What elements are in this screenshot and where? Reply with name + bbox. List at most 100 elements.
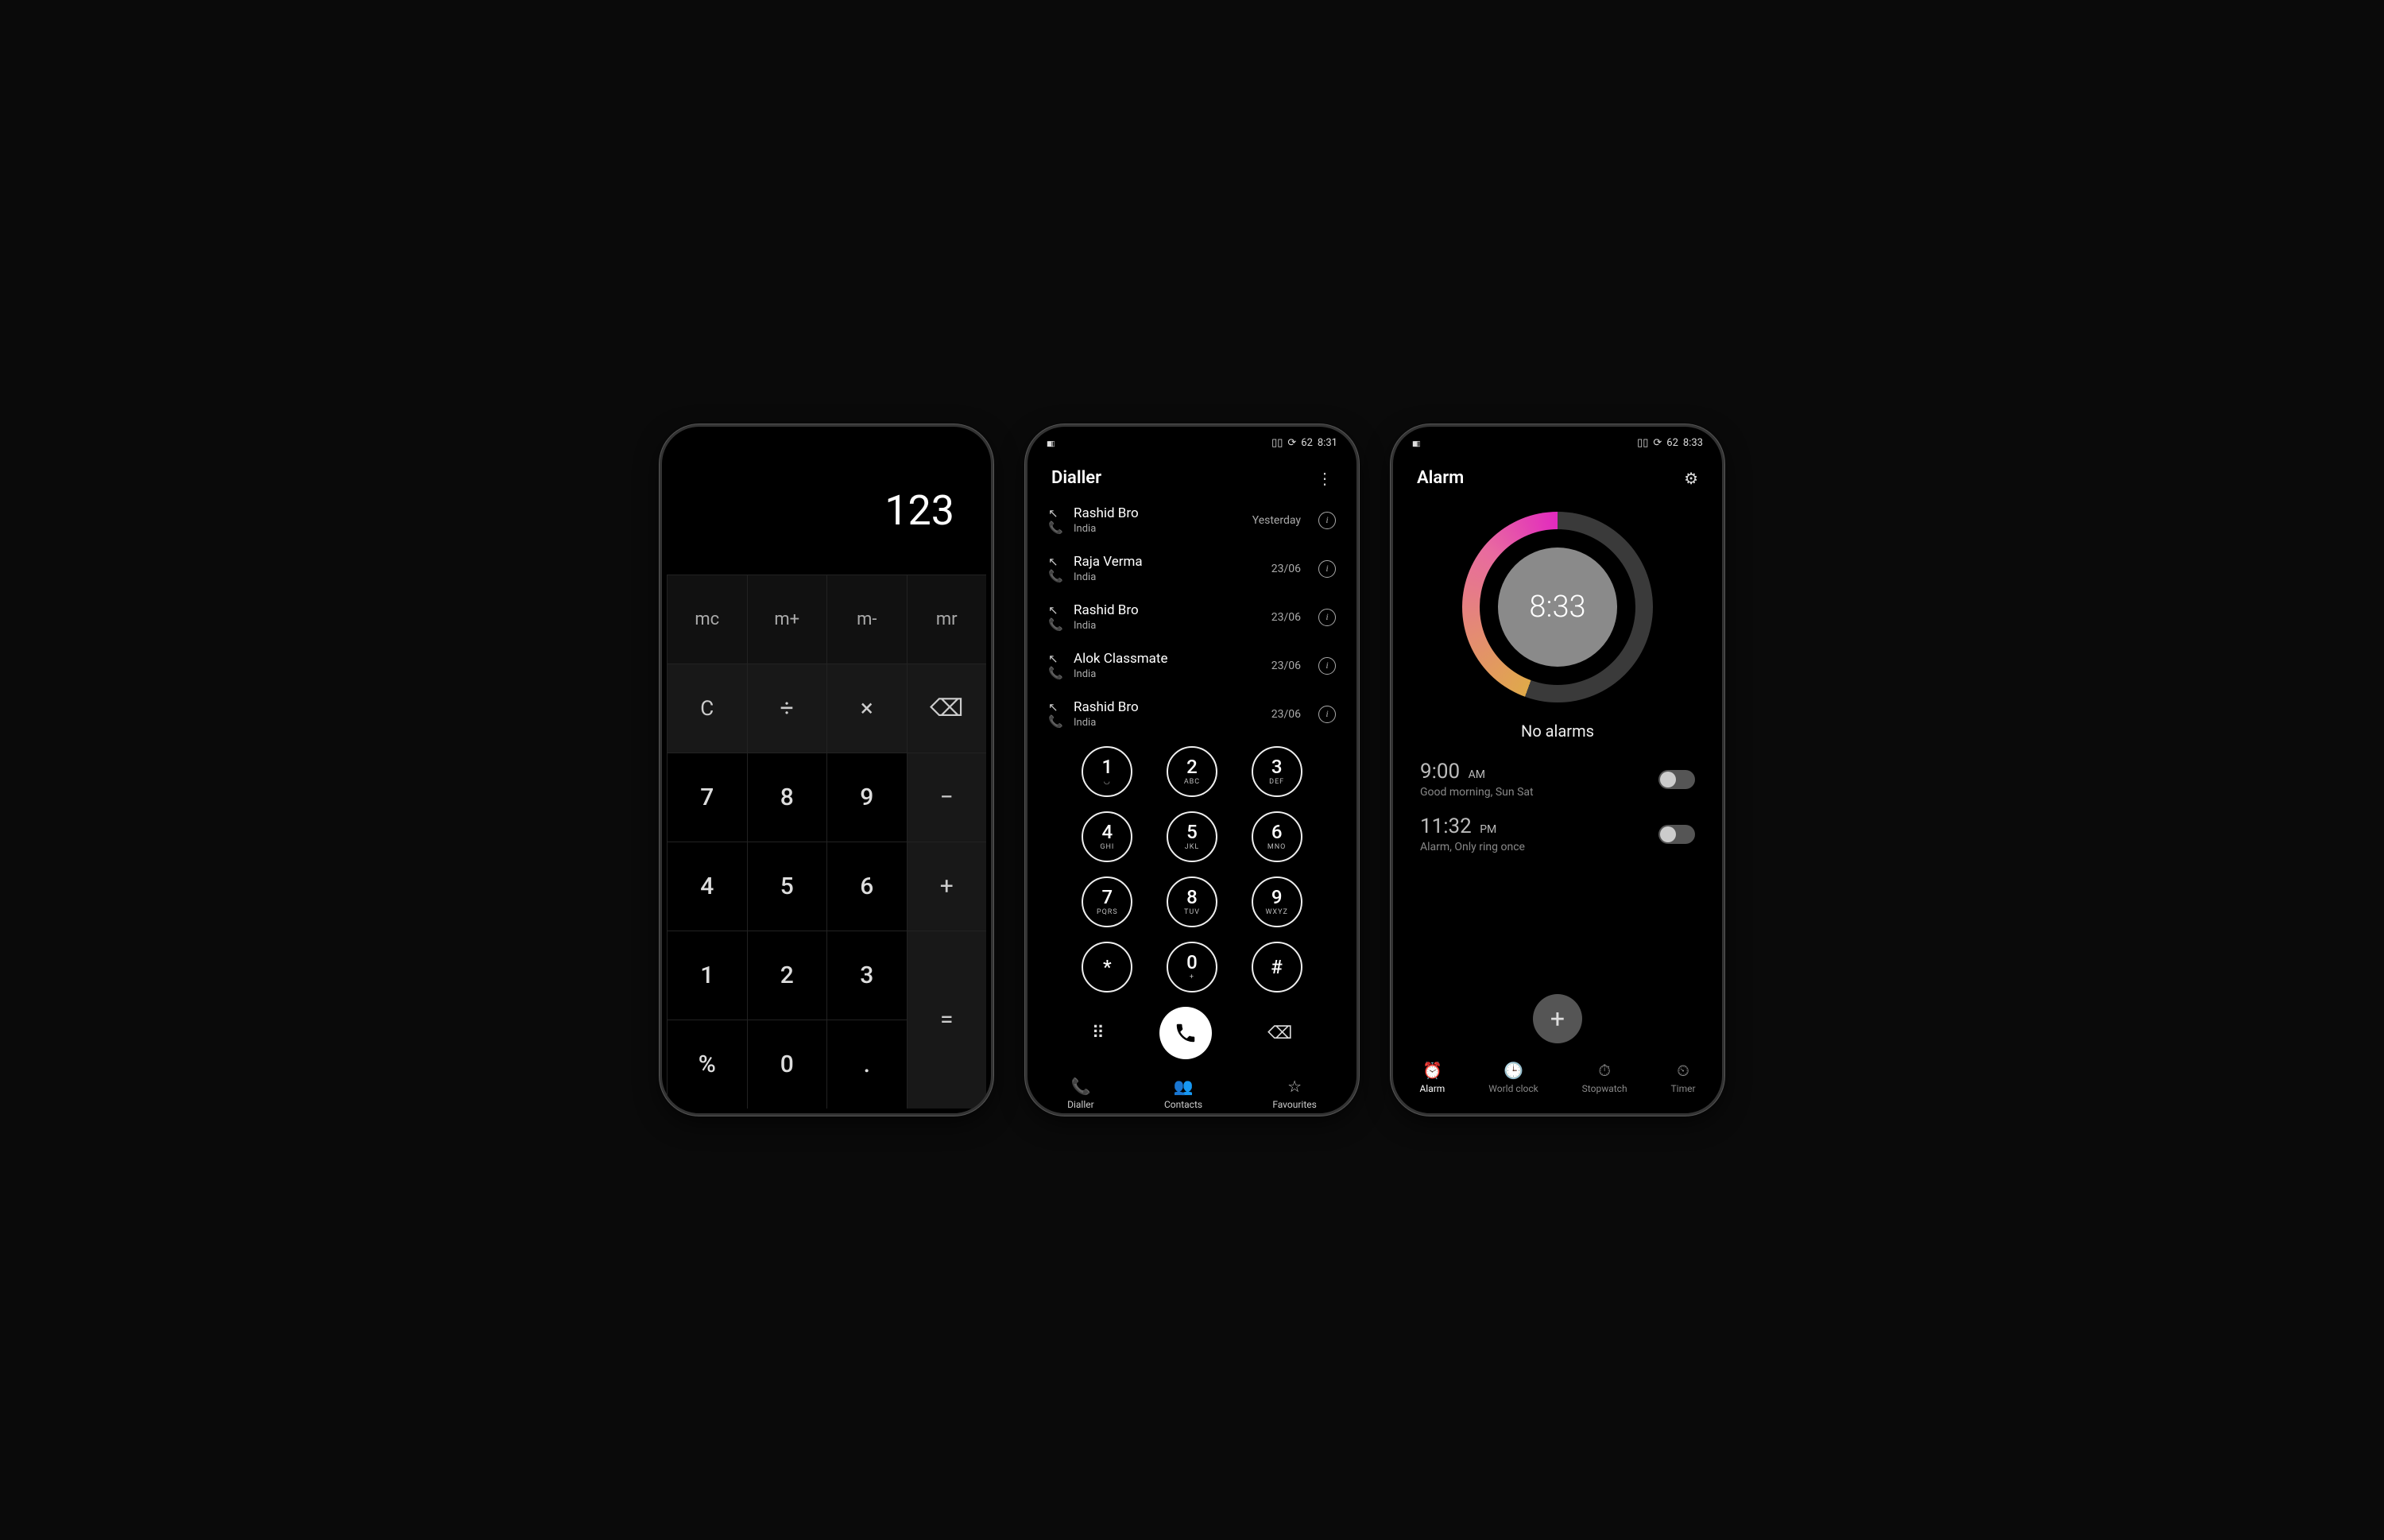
alarm-row[interactable]: 11:32 PM Alarm, Only ring once: [1420, 814, 1695, 853]
dial-0-button[interactable]: 0+: [1167, 942, 1217, 992]
info-icon[interactable]: i: [1318, 657, 1336, 675]
calc-percent-button[interactable]: %: [667, 1020, 747, 1109]
clock-dial: 8:33: [1462, 512, 1653, 702]
sync-icon: ⟳: [1653, 437, 1662, 449]
dial-9-button[interactable]: 9WXYZ: [1252, 876, 1302, 927]
call-row[interactable]: ↖📞 Rashid Bro India 23/06 i: [1048, 593, 1336, 641]
call-log: ↖📞 Rashid Bro India Yesterday i ↖📞 Raja …: [1032, 496, 1352, 738]
calc-mplus-button[interactable]: m+: [747, 575, 827, 664]
calc-equals-button[interactable]: =: [907, 931, 987, 1109]
outgoing-call-icon: ↖📞: [1048, 555, 1064, 583]
nav-dialler[interactable]: 📞 Dialler: [1067, 1077, 1094, 1110]
call-row[interactable]: ↖📞 Rashid Bro India 23/06 i: [1048, 690, 1336, 738]
dialpad-toggle-icon[interactable]: ⠿: [1092, 1023, 1105, 1043]
calc-backspace-button[interactable]: ⌫: [907, 664, 987, 753]
nav-favourites[interactable]: ☆ Favourites: [1272, 1077, 1317, 1110]
nav-contacts[interactable]: 👥 Contacts: [1164, 1077, 1202, 1110]
battery-icon: 62: [1301, 437, 1313, 449]
calc-clear-button[interactable]: C: [667, 664, 747, 753]
vibrate-icon: ▯▯: [1637, 437, 1648, 449]
dial-8-button[interactable]: 8TUV: [1167, 876, 1217, 927]
alarm-row[interactable]: 9:00 AM Good morning, Sun Sat: [1420, 760, 1695, 799]
dial-1-button[interactable]: 1◡: [1082, 746, 1132, 797]
calc-display: 123: [667, 431, 986, 575]
nav-timer[interactable]: ⏲ Timer: [1671, 1061, 1696, 1094]
calc-2-button[interactable]: 2: [747, 931, 827, 1020]
alarm-phone: ▯▯ ⟳ 62 8:33 Alarm ⚙ 8:33 No alarms 9:00…: [1391, 424, 1724, 1116]
alarm-time: 9:00 AM: [1420, 760, 1534, 784]
calc-mc-button[interactable]: mc: [667, 575, 747, 664]
battery-icon: 62: [1666, 437, 1678, 449]
dial-2-button[interactable]: 2ABC: [1167, 746, 1217, 797]
alarm-desc: Good morning, Sun Sat: [1420, 786, 1534, 799]
alarm-desc: Alarm, Only ring once: [1420, 841, 1525, 853]
calculator-phone: 123 mc m+ m- mr C ÷ × ⌫ 7 8 9 − 4 5 6 + …: [660, 424, 993, 1116]
call-date: Yesterday: [1252, 514, 1301, 527]
clock-time: 8:33: [1498, 548, 1617, 667]
bottom-nav: 📞 Dialler 👥 Contacts ☆ Favourites: [1032, 1069, 1352, 1116]
alarm-list: 9:00 AM Good morning, Sun Sat 11:32 PM A…: [1398, 760, 1717, 869]
calc-3-button[interactable]: 3: [826, 931, 907, 1020]
calc-plus-button[interactable]: +: [907, 842, 987, 931]
calc-8-button[interactable]: 8: [747, 753, 827, 842]
nav-stopwatch[interactable]: ⏱ Stopwatch: [1582, 1061, 1627, 1094]
contacts-icon: 👥: [1164, 1077, 1202, 1096]
calc-1-button[interactable]: 1: [667, 931, 747, 1020]
outgoing-call-icon: ↖📞: [1048, 700, 1064, 729]
info-icon[interactable]: i: [1318, 512, 1336, 529]
calc-5-button[interactable]: 5: [747, 842, 827, 931]
nav-alarm[interactable]: ⏰ Alarm: [1419, 1061, 1445, 1094]
backspace-icon[interactable]: ⌫: [1267, 1023, 1292, 1043]
calc-6-button[interactable]: 6: [826, 842, 907, 931]
status-time: 8:31: [1318, 437, 1337, 449]
calc-7-button[interactable]: 7: [667, 753, 747, 842]
outgoing-call-icon: ↖📞: [1048, 506, 1064, 535]
calc-mminus-button[interactable]: m-: [826, 575, 907, 664]
signal-icon: [1412, 437, 1418, 449]
dial-4-button[interactable]: 4GHI: [1082, 811, 1132, 862]
app-title: Alarm: [1417, 468, 1464, 488]
no-alarms-label: No alarms: [1398, 722, 1717, 741]
calc-mr-button[interactable]: mr: [907, 575, 987, 664]
dial-star-button[interactable]: *: [1082, 942, 1132, 992]
calc-0-button[interactable]: 0: [747, 1020, 827, 1109]
calc-dot-button[interactable]: .: [826, 1020, 907, 1109]
dialpad: 1◡ 2ABC 3DEF 4GHI 5JKL 6MNO 7PQRS 8TUV 9…: [1032, 746, 1352, 992]
call-row[interactable]: ↖📞 Rashid Bro India Yesterday i: [1048, 496, 1336, 544]
call-row[interactable]: ↖📞 Raja Verma India 23/06 i: [1048, 544, 1336, 593]
add-alarm-button[interactable]: +: [1533, 994, 1582, 1043]
nav-world-clock[interactable]: 🕒 World clock: [1488, 1061, 1538, 1094]
info-icon[interactable]: i: [1318, 560, 1336, 578]
timer-icon: ⏲: [1671, 1061, 1696, 1080]
phone-icon: 📞: [1067, 1077, 1094, 1096]
calc-9-button[interactable]: 9: [826, 753, 907, 842]
calc-minus-button[interactable]: −: [907, 753, 987, 842]
alarm-icon: ⏰: [1419, 1061, 1445, 1080]
dial-5-button[interactable]: 5JKL: [1167, 811, 1217, 862]
caller-name: Rashid Bro: [1074, 505, 1243, 521]
info-icon[interactable]: i: [1318, 609, 1336, 626]
status-bar: ▯▯ ⟳ 62 8:33: [1398, 431, 1717, 454]
dial-3-button[interactable]: 3DEF: [1252, 746, 1302, 797]
alarm-toggle[interactable]: [1658, 770, 1695, 789]
dialler-phone: ▯▯ ⟳ 62 8:31 Dialler ⋮ ↖📞 Rashid Bro Ind…: [1025, 424, 1359, 1116]
calc-multiply-button[interactable]: ×: [826, 664, 907, 753]
dial-hash-button[interactable]: #: [1252, 942, 1302, 992]
dial-6-button[interactable]: 6MNO: [1252, 811, 1302, 862]
calc-divide-button[interactable]: ÷: [747, 664, 827, 753]
dial-7-button[interactable]: 7PQRS: [1082, 876, 1132, 927]
status-bar: ▯▯ ⟳ 62 8:31: [1032, 431, 1352, 454]
call-button[interactable]: [1159, 1007, 1212, 1059]
vibrate-icon: ▯▯: [1271, 437, 1283, 449]
gear-icon[interactable]: ⚙: [1684, 469, 1698, 488]
call-row[interactable]: ↖📞 Alok Classmate India 23/06 i: [1048, 641, 1336, 690]
status-time: 8:33: [1683, 437, 1703, 449]
plus-icon: +: [1550, 1004, 1565, 1034]
calc-4-button[interactable]: 4: [667, 842, 747, 931]
more-icon[interactable]: ⋮: [1317, 469, 1333, 488]
outgoing-call-icon: ↖📞: [1048, 652, 1064, 680]
calc-display-value: 123: [884, 486, 954, 535]
info-icon[interactable]: i: [1318, 706, 1336, 723]
alarm-toggle[interactable]: [1658, 825, 1695, 844]
caller-region: India: [1074, 523, 1243, 535]
